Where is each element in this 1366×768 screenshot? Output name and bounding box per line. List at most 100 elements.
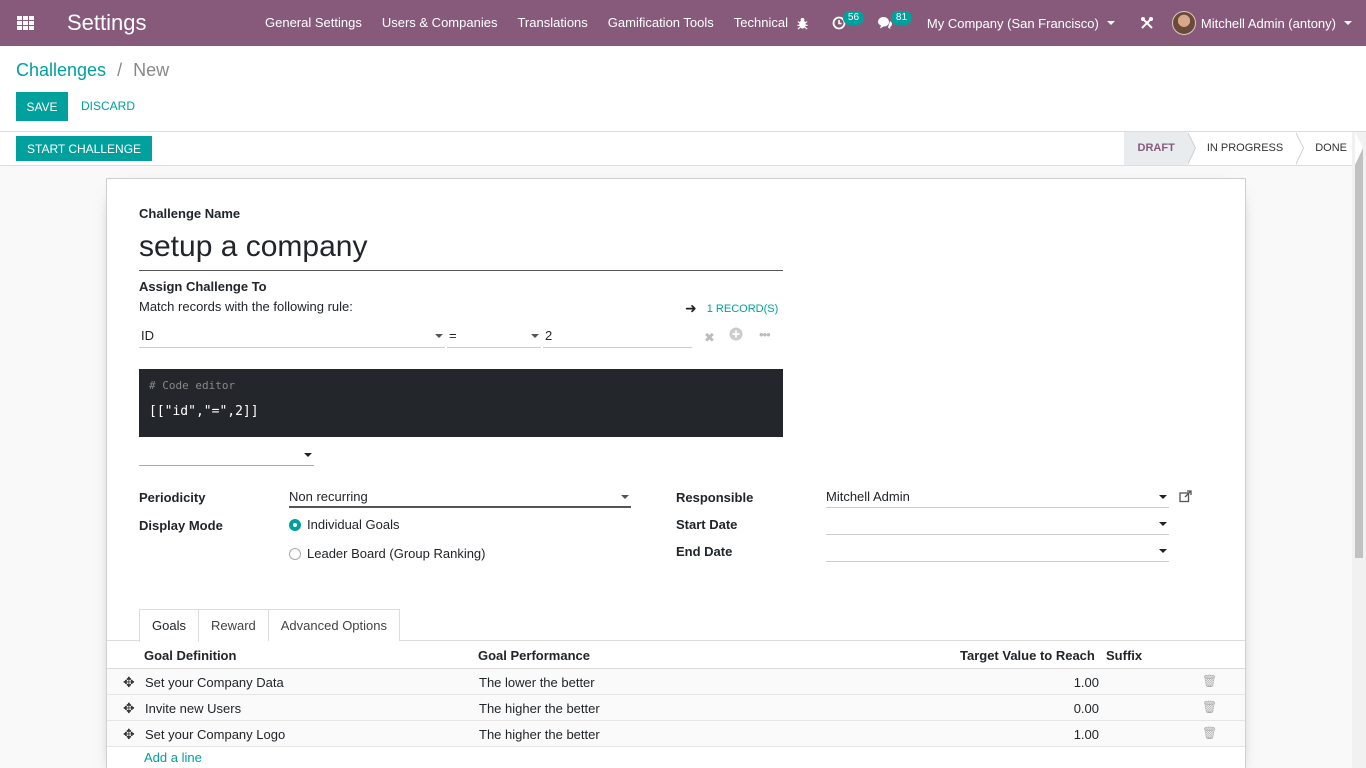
status-steps: DRAFT IN PROGRESS DONE [1123,132,1363,165]
radio-individual-goals[interactable] [289,519,301,531]
trash-icon[interactable]: 🗑 [1202,726,1217,740]
col-goal-performance[interactable]: Goal Performance [478,648,590,663]
breadcrumb-challenges-link[interactable]: Challenges [16,60,106,80]
code-editor-value: [["id","=",2]] [149,404,259,419]
scrollbar-thumb[interactable] [1355,148,1363,558]
chevron-down-icon [1159,549,1167,553]
apps-menu-icon[interactable] [0,0,50,46]
domain-operator-value: = [449,328,457,343]
status-step-draft[interactable]: DRAFT [1123,132,1196,165]
table-row[interactable]: ✥ Set your Company Logo The higher the b… [107,721,1245,747]
display-mode-label: Display Mode [139,518,223,533]
tools-cross-icon[interactable] [1127,0,1167,46]
discard-button[interactable]: DISCARD [81,92,135,121]
activity-count-badge: 56 [842,11,865,25]
chevron-down-icon [1106,21,1115,25]
tab-reward[interactable]: Reward [197,609,269,641]
chevron-down-icon [435,334,443,338]
table-row[interactable]: ✥ Invite new Users The higher the better… [107,695,1245,721]
periodicity-label: Periodicity [139,490,206,505]
code-editor-comment: # Code editor [149,379,236,392]
domain-filter-select[interactable] [139,442,314,466]
chevron-down-icon [1159,522,1167,526]
table-row[interactable]: ✥ Set your Company Data The lower the be… [107,669,1245,695]
user-name: Mitchell Admin (antony) [1200,15,1336,31]
col-suffix[interactable]: Suffix [1106,648,1142,663]
domain-value-input[interactable]: 2 [543,324,692,348]
drag-handle-icon[interactable]: ✥ [123,674,135,691]
company-switcher[interactable]: My Company (San Francisco) [917,16,1127,31]
target-value-cell: 1.00 [1073,727,1099,742]
responsible-value: Mitchell Admin [826,489,910,504]
chevron-down-icon [304,453,312,457]
radio-leader-board-label: Leader Board (Group Ranking) [307,546,486,561]
more-options-icon[interactable]: ••• [759,327,771,342]
radio-leader-board[interactable] [289,548,301,560]
col-target-value[interactable]: Target Value to Reach [960,648,1095,663]
domain-field-select[interactable]: ID [139,324,445,348]
records-count-label: 1 RECORD(S) [706,302,779,315]
challenge-name-label: Challenge Name [139,206,241,221]
start-date-input[interactable] [826,513,1169,535]
end-date-input[interactable] [826,540,1169,562]
goal-performance-cell: The higher the better [479,701,600,716]
periodicity-select[interactable]: Non recurring [289,486,631,508]
tab-goals[interactable]: Goals [139,609,199,642]
menu-general-settings[interactable]: General Settings [255,0,372,46]
drag-handle-icon[interactable]: ✥ [123,700,135,717]
menu-users-companies[interactable]: Users & Companies [372,0,508,46]
target-value-cell: 1.00 [1073,675,1099,690]
start-date-label: Start Date [676,517,738,532]
trash-icon[interactable]: 🗑 [1202,674,1217,688]
goal-definition-cell: Set your Company Data [145,675,284,690]
trash-icon[interactable]: 🗑 [1202,700,1217,714]
breadcrumb-separator: / [117,60,123,80]
code-editor[interactable]: # Code editor [["id","=",2]] [139,369,783,437]
responsible-select[interactable]: Mitchell Admin [826,486,1169,508]
status-step-label: DONE [1315,142,1347,154]
menu-translations[interactable]: Translations [507,0,597,46]
status-step-in-progress[interactable]: IN PROGRESS [1187,132,1305,165]
goal-definition-cell: Invite new Users [145,701,242,716]
goal-definition-cell: Set your Company Logo [145,727,286,742]
radio-individual-goals-label: Individual Goals [307,517,400,532]
statusbar: START CHALLENGE DRAFT IN PROGRESS DONE [0,132,1366,166]
start-challenge-button[interactable]: START CHALLENGE [16,136,153,161]
chevron-down-icon [1344,21,1352,25]
chevron-down-icon [531,334,539,338]
company-name: My Company (San Francisco) [926,15,1099,31]
systray: 56 81 My Company (San Francisco) Mitchel… [783,0,1366,46]
main-menu: General Settings Users & Companies Trans… [255,0,798,46]
page-scrollbar[interactable] [1352,132,1366,768]
records-link[interactable]: ➜ 1 RECORD(S) [685,300,778,317]
drag-handle-icon[interactable]: ✥ [123,726,135,743]
app-title: Settings [67,10,147,35]
delete-rule-icon[interactable]: ✖ [704,330,715,346]
chevron-down-icon [1159,495,1167,499]
assign-challenge-label: Assign Challenge To [139,279,267,294]
domain-field-value: ID [141,328,154,343]
goal-performance-cell: The lower the better [479,675,595,690]
breadcrumb-current: New [133,60,170,80]
chevron-down-icon [621,495,629,499]
avatar [1171,11,1196,35]
tab-advanced-options[interactable]: Advanced Options [267,609,400,641]
external-link-icon[interactable] [1179,490,1192,506]
add-rule-icon[interactable] [729,327,743,344]
activity-clock-icon[interactable]: 56 [823,0,867,46]
col-goal-definition[interactable]: Goal Definition [144,648,236,663]
match-rule-text: Match records with the following rule: [139,299,353,314]
messages-chat-icon[interactable]: 81 [867,0,917,46]
challenge-name-input[interactable]: setup a company [139,227,783,271]
save-button[interactable]: SAVE [16,92,68,121]
menu-gamification-tools[interactable]: Gamification Tools [598,0,724,46]
status-step-label: DRAFT [1137,142,1175,154]
goal-performance-cell: The higher the better [479,727,600,742]
debug-bug-icon[interactable] [783,0,823,46]
periodicity-value: Non recurring [289,489,368,504]
user-menu[interactable]: Mitchell Admin (antony) [1167,11,1366,35]
domain-operator-select[interactable]: = [447,324,541,348]
add-line-link[interactable]: Add a line [144,750,202,765]
top-navbar: Settings General Settings Users & Compan… [0,0,1366,46]
end-date-label: End Date [676,544,733,559]
